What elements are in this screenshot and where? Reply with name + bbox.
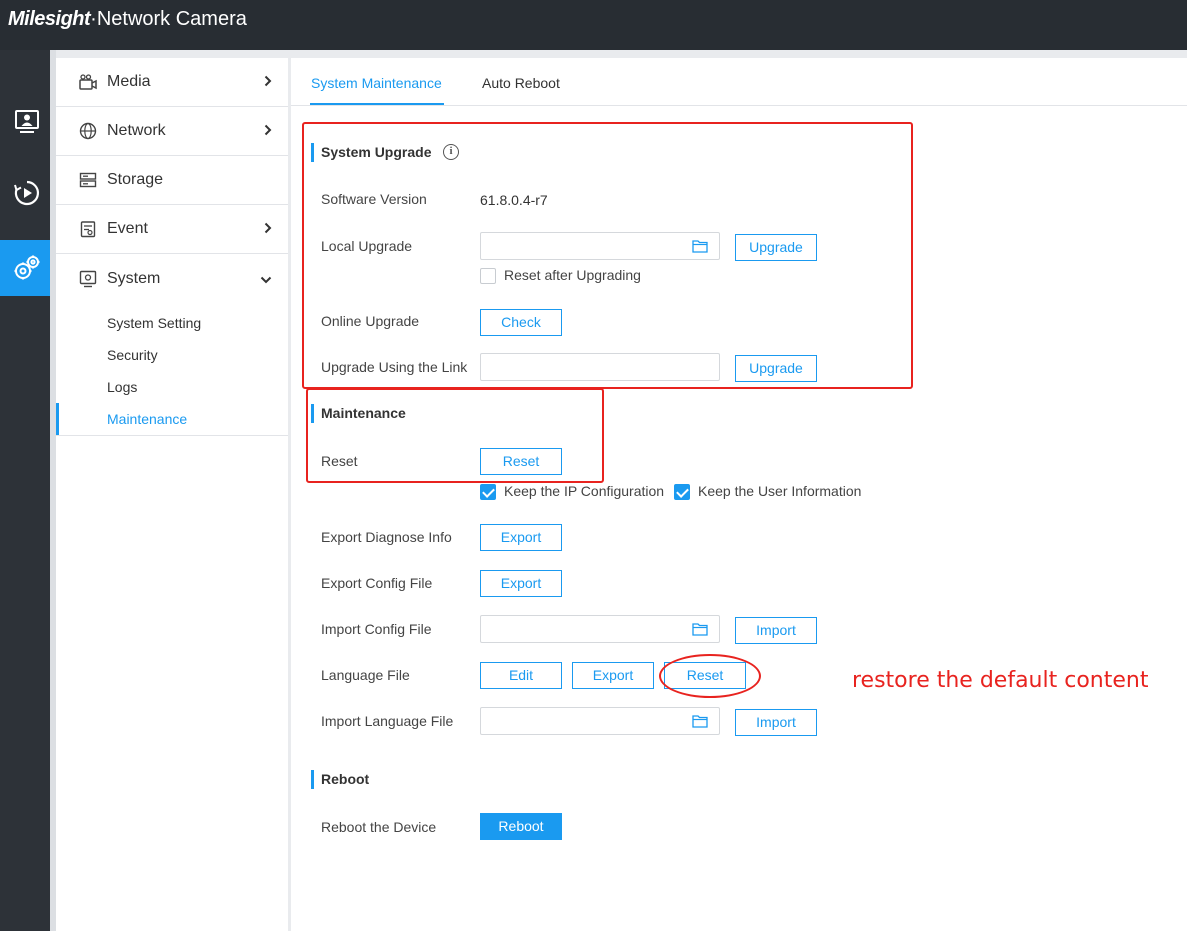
export-config-button[interactable]: Export: [480, 570, 562, 597]
language-edit-button[interactable]: Edit: [480, 662, 562, 689]
keep-ip-label: Keep the IP Configuration: [504, 483, 665, 499]
chevron-down-icon: [260, 271, 272, 287]
camera-icon: [78, 72, 98, 92]
maintenance-title: Maintenance: [311, 404, 406, 423]
reset-label: Reset: [321, 453, 358, 469]
icon-rail: [0, 50, 54, 931]
tab-auto-reboot[interactable]: Auto Reboot: [482, 75, 560, 91]
rail-playback[interactable]: [0, 165, 54, 221]
keep-user-checkbox[interactable]: [674, 484, 690, 500]
import-config-file-field[interactable]: [480, 615, 720, 643]
export-diagnose-label: Export Diagnose Info: [321, 529, 452, 545]
reboot-button[interactable]: Reboot: [480, 813, 562, 840]
chevron-right-icon: [264, 221, 272, 237]
brand-logo: Milesight: [8, 8, 91, 30]
reboot-device-label: Reboot the Device: [321, 819, 437, 835]
system-icon: [78, 269, 98, 289]
event-icon: [78, 219, 98, 239]
sidebar-item-logs[interactable]: Logs: [56, 371, 288, 403]
import-config-label: Import Config File: [321, 621, 432, 637]
check-button[interactable]: Check: [480, 309, 562, 336]
local-upgrade-file-field[interactable]: [480, 232, 720, 260]
upgrade-link-button[interactable]: Upgrade: [735, 355, 817, 382]
side-menu: Media Network Storage Event System Syste…: [56, 58, 288, 931]
settings-icon: [14, 255, 40, 280]
language-file-label: Language File: [321, 667, 410, 683]
sidebar-item-label: Network: [107, 122, 166, 139]
import-config-button[interactable]: Import: [735, 617, 817, 644]
import-language-label: Import Language File: [321, 713, 454, 729]
rail-live-view[interactable]: [0, 94, 54, 150]
storage-icon: [78, 170, 98, 190]
sidebar-item-system-setting[interactable]: System Setting: [56, 307, 288, 339]
sidebar-item-system[interactable]: System: [56, 254, 288, 303]
sidebar-item-label: Event: [107, 220, 148, 237]
import-language-file-field[interactable]: [480, 707, 720, 735]
rail-settings[interactable]: [0, 240, 54, 296]
system-upgrade-title: System Upgrade: [311, 143, 431, 162]
info-icon[interactable]: i: [443, 144, 459, 160]
globe-icon: [78, 121, 98, 141]
upgrade-link-label: Upgrade Using the Link: [321, 359, 468, 375]
sidebar-item-label: Media: [107, 73, 151, 90]
language-reset-button[interactable]: Reset: [664, 662, 746, 689]
sidebar-item-security[interactable]: Security: [56, 339, 288, 371]
reboot-title: Reboot: [311, 770, 369, 789]
main-panel: System Maintenance Auto Reboot System Up…: [291, 58, 1187, 931]
brand: Milesight·Network Camera: [8, 8, 247, 31]
sidebar-item-maintenance[interactable]: Maintenance: [56, 403, 288, 435]
export-diagnose-button[interactable]: Export: [480, 524, 562, 551]
chevron-right-icon: [264, 123, 272, 139]
sidebar-item-label: System: [107, 269, 161, 287]
top-bar: Milesight·Network Camera: [0, 0, 1187, 50]
sidebar-item-storage[interactable]: Storage: [56, 156, 288, 205]
language-export-button[interactable]: Export: [572, 662, 654, 689]
reset-after-upgrading-label: Reset after Upgrading: [504, 267, 641, 283]
sidebar-item-media[interactable]: Media: [56, 58, 288, 107]
local-upgrade-button[interactable]: Upgrade: [735, 234, 817, 261]
folder-icon[interactable]: [692, 714, 708, 728]
product-title: ·Network Camera: [90, 8, 247, 30]
sidebar-item-event[interactable]: Event: [56, 205, 288, 254]
tab-bar: System Maintenance Auto Reboot: [291, 58, 1187, 106]
playback-icon: [14, 180, 39, 206]
export-config-label: Export Config File: [321, 575, 433, 591]
sidebar-item-network[interactable]: Network: [56, 107, 288, 156]
chevron-right-icon: [264, 74, 272, 90]
local-upgrade-label: Local Upgrade: [321, 238, 413, 254]
sidebar-item-label: Storage: [107, 171, 164, 188]
annotation-note: restore the default content: [852, 668, 1149, 693]
import-language-button[interactable]: Import: [735, 709, 817, 736]
tab-system-maintenance[interactable]: System Maintenance: [311, 75, 442, 91]
live-view-icon: [15, 110, 39, 133]
active-tab-indicator: [310, 103, 444, 105]
folder-icon[interactable]: [692, 622, 708, 636]
reset-button[interactable]: Reset: [480, 448, 562, 475]
folder-icon[interactable]: [692, 239, 708, 253]
keep-ip-checkbox[interactable]: [480, 484, 496, 500]
software-version-value: 61.8.0.4-r7: [480, 192, 548, 208]
online-upgrade-label: Online Upgrade: [321, 313, 420, 329]
system-submenu: System Setting Security Logs Maintenance: [56, 303, 288, 436]
reset-after-upgrading-checkbox[interactable]: [480, 268, 496, 284]
software-version-label: Software Version: [321, 191, 427, 207]
keep-user-label: Keep the User Information: [698, 483, 862, 499]
upgrade-link-input[interactable]: [480, 353, 720, 381]
